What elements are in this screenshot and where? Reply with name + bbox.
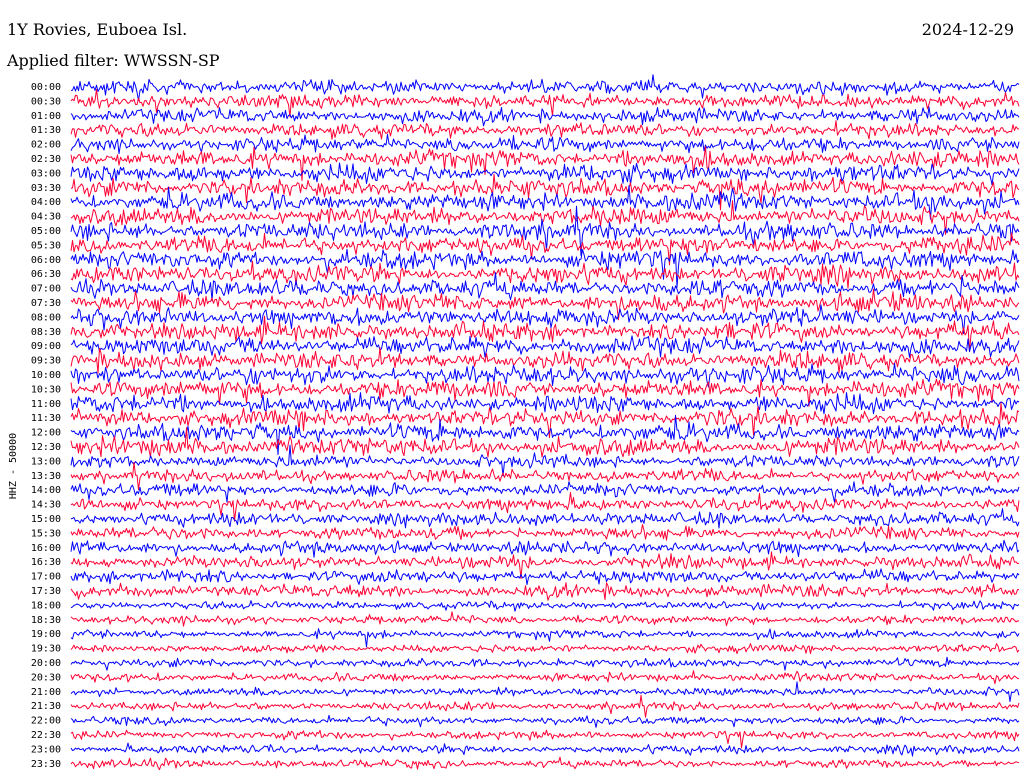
trace-row-1730 — [70, 582, 1020, 601]
trace-row-1400 — [70, 481, 1020, 503]
time-tick-0230: 02:30 — [31, 154, 61, 165]
trace-row-0800 — [70, 304, 1020, 334]
time-tick-2330: 23:30 — [31, 759, 61, 770]
trace-row-1700 — [70, 568, 1020, 585]
time-tick-2200: 22:00 — [31, 716, 61, 727]
trace-row-1530 — [70, 524, 1020, 541]
trace-row-1830 — [70, 611, 1020, 627]
time-tick-0300: 03:00 — [31, 168, 61, 179]
trace-row-0130 — [70, 120, 1020, 140]
time-tick-0630: 06:30 — [31, 269, 61, 280]
trace-row-2230 — [70, 729, 1020, 749]
time-tick-1000: 10:00 — [31, 370, 61, 381]
trace-row-1900 — [70, 628, 1020, 648]
trace-row-2300 — [70, 742, 1020, 757]
trace-row-1330 — [70, 461, 1020, 491]
trace-row-2100 — [70, 681, 1020, 703]
time-tick-2030: 20:30 — [31, 672, 61, 683]
time-tick-0830: 08:30 — [31, 327, 61, 338]
time-tick-0400: 04:00 — [31, 197, 61, 208]
trace-row-0200 — [70, 133, 1020, 155]
time-tick-0100: 01:00 — [31, 111, 61, 122]
time-tick-1800: 18:00 — [31, 600, 61, 611]
time-tick-1900: 19:00 — [31, 629, 61, 640]
time-tick-0800: 08:00 — [31, 312, 61, 323]
time-tick-0530: 05:30 — [31, 240, 61, 251]
time-tick-2130: 21:30 — [31, 701, 61, 712]
time-tick-1100: 11:00 — [31, 399, 61, 410]
time-tick-2000: 20:00 — [31, 658, 61, 669]
time-tick-1430: 14:30 — [31, 500, 61, 511]
time-tick-2230: 22:30 — [31, 730, 61, 741]
time-tick-labels: 00:00 00:30 01:00 01:30 02:00 02:30 03:00 03:30… — [31, 82, 61, 770]
trace-row-0900 — [70, 335, 1020, 358]
trace-row-0230 — [70, 146, 1020, 182]
time-tick-1500: 15:00 — [31, 514, 61, 525]
time-tick-1630: 16:30 — [31, 557, 61, 568]
time-tick-2100: 21:00 — [31, 687, 61, 698]
trace-row-1930 — [70, 643, 1020, 655]
trace-row-2130 — [70, 694, 1020, 718]
time-tick-0930: 09:30 — [31, 356, 61, 367]
time-tick-0130: 01:30 — [31, 125, 61, 136]
time-tick-1230: 12:30 — [31, 442, 61, 453]
time-tick-1830: 18:30 — [31, 615, 61, 626]
helicorder-plot: 00:00 00:30 01:00 01:30 02:00 02:30 03:00 03:30… — [8, 74, 1020, 771]
time-tick-1030: 10:30 — [31, 384, 61, 395]
time-tick-1130: 11:30 — [31, 413, 61, 424]
trace-row-1800 — [70, 600, 1020, 612]
trace-row-1500 — [70, 508, 1020, 529]
time-tick-0500: 05:00 — [31, 226, 61, 237]
time-tick-0700: 07:00 — [31, 284, 61, 295]
trace-row-0730 — [70, 288, 1020, 321]
time-tick-1600: 16:00 — [31, 543, 61, 554]
trace-row-2200 — [70, 714, 1020, 728]
trace-row-1000 — [70, 362, 1020, 388]
time-tick-1300: 13:00 — [31, 456, 61, 467]
trace-row-1030 — [70, 378, 1020, 407]
trace-row-1300 — [70, 444, 1020, 477]
time-tick-0430: 04:30 — [31, 212, 61, 223]
time-tick-0000: 00:00 — [31, 82, 61, 93]
traces-group — [70, 74, 1020, 771]
trace-row-1230 — [70, 427, 1020, 458]
trace-row-0100 — [70, 106, 1020, 127]
trace-row-2030 — [70, 670, 1020, 685]
time-tick-1730: 17:30 — [31, 586, 61, 597]
time-tick-0600: 06:00 — [31, 255, 61, 266]
time-tick-0030: 00:30 — [31, 96, 61, 107]
time-tick-1330: 13:30 — [31, 471, 61, 482]
time-tick-1400: 14:00 — [31, 485, 61, 496]
trace-row-0000 — [70, 74, 1020, 102]
time-tick-0200: 02:00 — [31, 140, 61, 151]
time-tick-0900: 09:00 — [31, 341, 61, 352]
trace-row-1100 — [70, 392, 1020, 415]
time-tick-1930: 19:30 — [31, 644, 61, 655]
time-tick-1700: 17:00 — [31, 572, 61, 583]
time-tick-1200: 12:00 — [31, 428, 61, 439]
time-tick-0330: 03:30 — [31, 183, 61, 194]
time-tick-2300: 23:00 — [31, 744, 61, 755]
time-tick-1530: 15:30 — [31, 528, 61, 539]
y-axis-label: HHZ - 50000 — [8, 433, 19, 499]
time-tick-0730: 07:30 — [31, 298, 61, 309]
trace-row-2330 — [70, 756, 1020, 771]
trace-row-0500 — [70, 205, 1020, 256]
trace-row-2000 — [70, 656, 1020, 671]
trace-row-1600 — [70, 539, 1020, 558]
trace-row-0300 — [70, 162, 1020, 186]
